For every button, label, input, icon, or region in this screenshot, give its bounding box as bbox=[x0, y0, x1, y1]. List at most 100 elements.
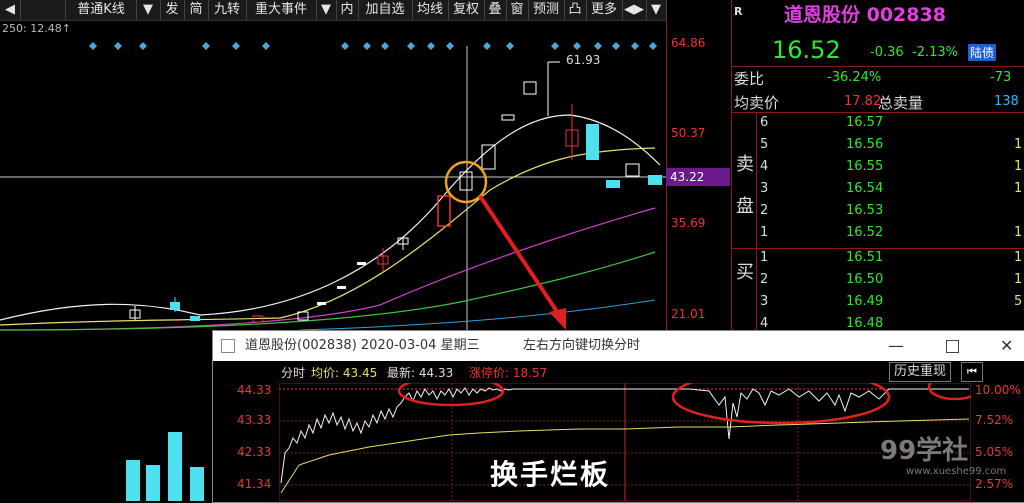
popup-titlebar[interactable]: 道恩股份(002838) 2020-03-04 星期三 左右方向键切换分时 — … bbox=[213, 331, 1024, 361]
intraday-pct-tick: 7.52% bbox=[975, 413, 1014, 427]
buy-row[interactable]: 3 16.49 5 bbox=[732, 294, 1024, 316]
row-price: 16.57 bbox=[846, 115, 884, 130]
ma10-line bbox=[0, 147, 656, 326]
weibi-label: 委比 bbox=[734, 70, 765, 88]
minimize-icon[interactable]: — bbox=[888, 331, 904, 361]
sell-row[interactable]: 1 16.52 1 bbox=[732, 225, 1024, 247]
divider bbox=[732, 112, 1024, 113]
divider bbox=[732, 66, 1024, 67]
toolbar-fa-button[interactable]: 发 bbox=[160, 0, 185, 20]
price-change-pct: -2.13% bbox=[912, 45, 958, 60]
window-app-icon bbox=[221, 339, 235, 353]
kline-type-dropdown-icon[interactable]: ▼ bbox=[136, 0, 161, 20]
intraday-price-tick: 42.33 bbox=[237, 445, 272, 459]
sell-row[interactable]: 5 16.56 1 bbox=[732, 137, 1024, 159]
latest-price-label: 最新: 44.33 bbox=[387, 366, 454, 380]
toolbar-ma-button[interactable]: 均线 bbox=[412, 0, 449, 20]
toolbar-more-button[interactable]: 更多 bbox=[586, 0, 623, 20]
toolbar-more-dropdown-icon[interactable]: ▼ bbox=[646, 0, 667, 20]
row-level: 3 bbox=[760, 181, 769, 196]
ma120-line bbox=[299, 299, 656, 331]
intraday-header: 分时 均价: 43.45 最新: 44.33 涨停价: 18.57 历史重现 ⏮ bbox=[213, 362, 1024, 382]
row-price: 16.51 bbox=[846, 250, 884, 265]
toolbar-jian-button[interactable]: 简 bbox=[184, 0, 209, 20]
red-arrow bbox=[478, 194, 562, 318]
stock-name-code: 道恩股份 002838 bbox=[784, 4, 946, 26]
buy-row[interactable]: 2 16.50 1 bbox=[732, 272, 1024, 294]
history-replay-button[interactable]: 历史重现 bbox=[889, 362, 952, 382]
toolbar-overlay-button[interactable]: 叠 bbox=[484, 0, 507, 20]
avg-price-label: 均价: 43.45 bbox=[311, 366, 378, 380]
limit-up-label: 涨停价: 18.57 bbox=[469, 366, 548, 380]
row-level: 4 bbox=[760, 316, 769, 331]
row-level: 1 bbox=[760, 250, 769, 265]
convertible-bond-tag[interactable]: 陆债 bbox=[968, 44, 997, 61]
toolbar-add-watch-button[interactable]: 加自选 bbox=[358, 0, 413, 20]
price-change: -0.36 bbox=[870, 45, 904, 60]
last-price: 16.52 bbox=[772, 36, 841, 64]
row-volume: 1 bbox=[1014, 225, 1023, 240]
row-level: 5 bbox=[760, 137, 769, 152]
annotation-text: 换手烂板 bbox=[490, 458, 611, 491]
toolbar-fuquan-button[interactable]: 复权 bbox=[448, 0, 485, 20]
sell-row[interactable]: 2 16.53 bbox=[732, 203, 1024, 225]
price-tick: 64.86 bbox=[671, 36, 706, 50]
row-price: 16.53 bbox=[846, 203, 884, 218]
intraday-pct-tick: 10.00% bbox=[975, 383, 1021, 397]
intraday-label: 分时 bbox=[281, 366, 306, 380]
high-price-label: 61.93 bbox=[566, 53, 601, 67]
toolbar-tu-button[interactable]: 凸 bbox=[564, 0, 587, 20]
kline-type-select[interactable]: 普通K线 bbox=[66, 0, 137, 20]
row-price: 16.55 bbox=[846, 159, 884, 174]
toolbar-window-button[interactable]: 窗 bbox=[506, 0, 529, 20]
row-price: 16.48 bbox=[846, 316, 884, 331]
intraday-pct-tick: 2.57% bbox=[975, 477, 1014, 491]
price-tick: 21.01 bbox=[671, 307, 706, 321]
highlight-ellipse bbox=[927, 383, 971, 401]
row-level: 3 bbox=[760, 294, 769, 309]
watermark-url: www.xueshe99.com bbox=[906, 466, 1007, 477]
toolbar-major-events-button[interactable]: 重大事件 bbox=[246, 0, 317, 20]
total-sell-label: 总卖量 bbox=[878, 94, 924, 112]
close-icon[interactable]: ✕ bbox=[1000, 331, 1013, 361]
maximize-icon[interactable] bbox=[946, 340, 959, 353]
row-level: 4 bbox=[760, 159, 769, 174]
row-volume: 1 bbox=[1014, 159, 1023, 174]
red-arrow-head bbox=[549, 308, 566, 330]
row-price: 16.49 bbox=[846, 294, 884, 309]
toolbar-jiuzhuan-button[interactable]: 九转 bbox=[208, 0, 247, 20]
total-sell-value: 138 bbox=[994, 94, 1019, 109]
buy-row[interactable]: 1 16.51 1 bbox=[732, 250, 1024, 272]
divider bbox=[732, 248, 1024, 249]
row-volume: 1 bbox=[1014, 250, 1023, 265]
sell-row[interactable]: 6 16.57 bbox=[732, 115, 1024, 137]
intraday-popup-window[interactable]: 道恩股份(002838) 2020-03-04 星期三 左右方向键切换分时 — … bbox=[212, 330, 1024, 503]
row-level: 1 bbox=[760, 225, 769, 240]
chart-toolbar: ◀ 普通K线 ▼ 发 简 九转 重大事件 ▼ 内 加自选 均线 复权 叠 窗 预… bbox=[0, 0, 667, 21]
intraday-price-tick: 44.33 bbox=[237, 383, 272, 397]
intraday-pct-tick: 5.05% bbox=[975, 445, 1014, 459]
toolbar-nei-button[interactable]: 内 bbox=[336, 0, 359, 20]
sell-row[interactable]: 3 16.54 1 bbox=[732, 181, 1024, 203]
toolbar-spacer bbox=[21, 0, 66, 20]
history-arrow-icon[interactable]: ⏮ bbox=[961, 362, 983, 382]
intraday-price-tick: 43.33 bbox=[237, 413, 272, 427]
row-level: 2 bbox=[760, 272, 769, 287]
arrow-icon[interactable]: ◀ bbox=[0, 0, 21, 20]
r-mark: R bbox=[734, 5, 743, 18]
watermark-logo: 99学社 bbox=[880, 436, 969, 466]
row-price: 16.52 bbox=[846, 225, 884, 240]
row-volume: 5 bbox=[1014, 294, 1023, 309]
ma5-line bbox=[0, 114, 661, 321]
row-level: 2 bbox=[760, 203, 769, 218]
toolbar-forecast-button[interactable]: 预测 bbox=[528, 0, 565, 20]
weibi-value: -36.24% bbox=[827, 70, 882, 85]
sell-row[interactable]: 4 16.55 1 bbox=[732, 159, 1024, 181]
row-volume: 1 bbox=[1014, 137, 1023, 152]
current-price-tag: 43.22 bbox=[666, 168, 730, 186]
major-events-dropdown-icon[interactable]: ▼ bbox=[316, 0, 337, 20]
row-volume: 1 bbox=[1014, 272, 1023, 287]
intraday-chart[interactable] bbox=[279, 383, 971, 501]
price-tick: 35.69 bbox=[671, 216, 706, 230]
toolbar-nav-icon[interactable]: ◀▶ bbox=[622, 0, 647, 20]
